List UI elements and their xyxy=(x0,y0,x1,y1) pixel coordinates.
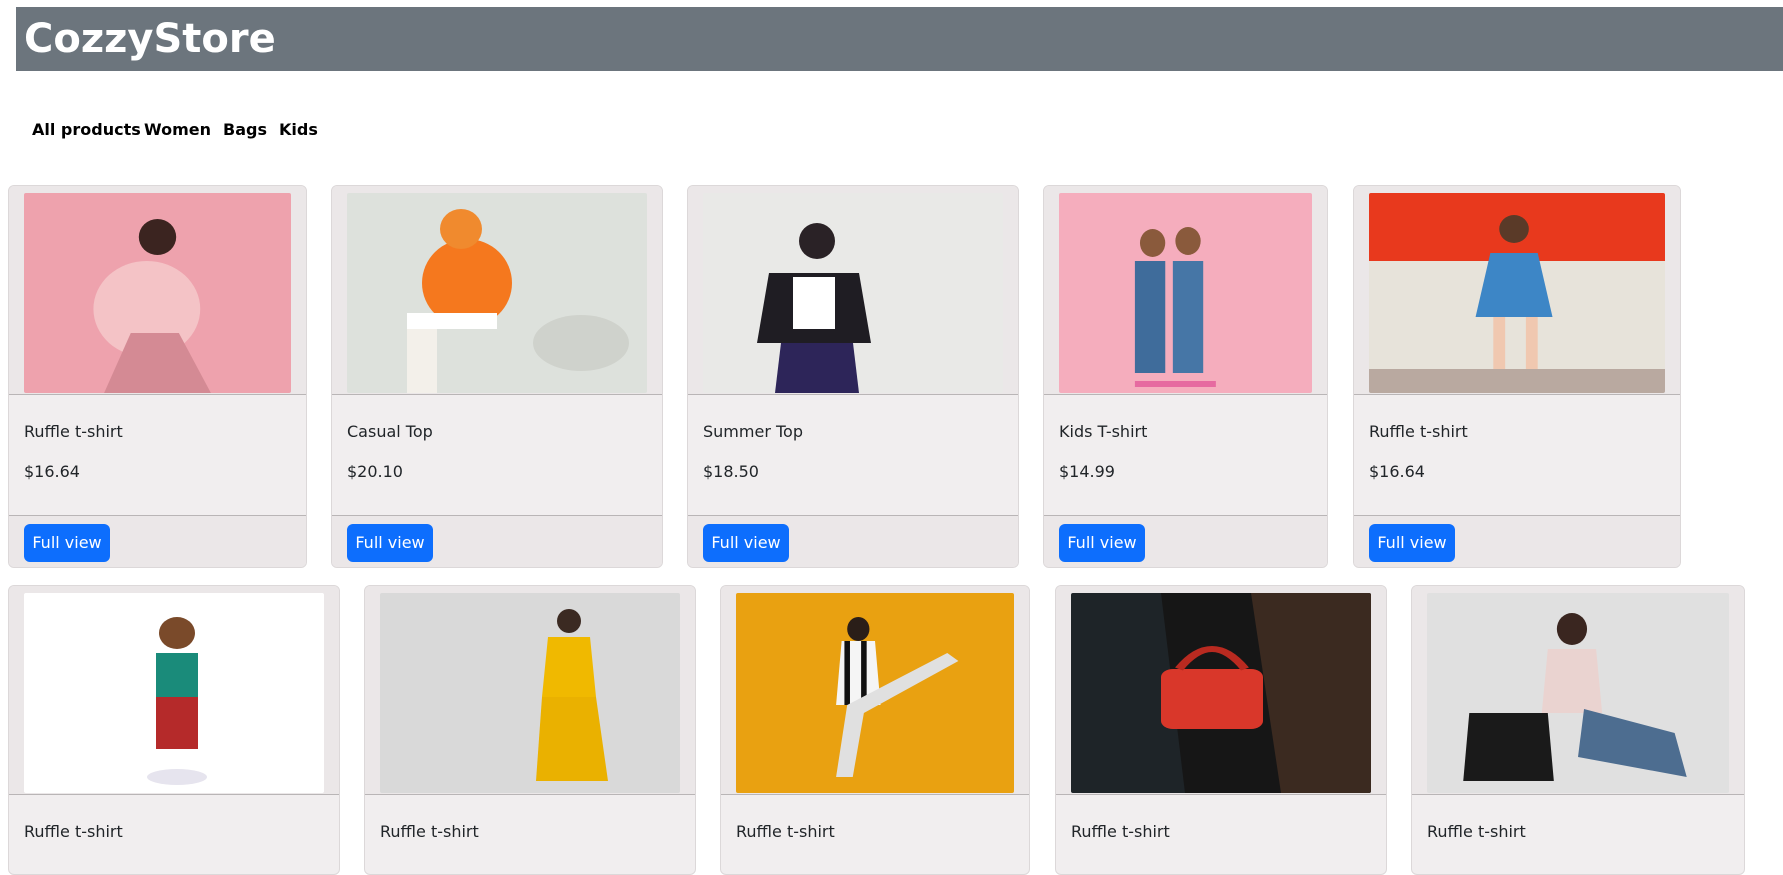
nav-all-products[interactable]: All products xyxy=(32,120,141,139)
product-image[interactable] xyxy=(24,593,324,793)
nav-women[interactable]: Women xyxy=(144,120,211,139)
product-title[interactable]: Ruffle t-shirt xyxy=(1427,822,1526,841)
product-price: $18.50 xyxy=(703,462,759,481)
full-view-button[interactable]: Full view xyxy=(1059,524,1145,562)
product-title[interactable]: Ruffle t-shirt xyxy=(1071,822,1170,841)
full-view-button[interactable]: Full view xyxy=(703,524,789,562)
product-card: Ruffle t-shirt xyxy=(1411,585,1745,875)
product-card: Ruffle t-shirt xyxy=(720,585,1030,875)
nav-kids[interactable]: Kids xyxy=(279,120,318,139)
product-price: $14.99 xyxy=(1059,462,1115,481)
nav-bags[interactable]: Bags xyxy=(223,120,267,139)
product-title[interactable]: Casual Top xyxy=(347,422,433,441)
product-image[interactable] xyxy=(736,593,1014,793)
product-title[interactable]: Ruffle t-shirt xyxy=(24,422,123,441)
product-image[interactable] xyxy=(1059,193,1312,393)
product-price: $20.10 xyxy=(347,462,403,481)
product-image[interactable] xyxy=(1071,593,1371,793)
product-image[interactable] xyxy=(24,193,291,393)
product-title[interactable]: Ruffle t-shirt xyxy=(24,822,123,841)
product-title[interactable]: Ruffle t-shirt xyxy=(1369,422,1468,441)
brand-logo[interactable]: CozzyStore xyxy=(24,16,276,62)
product-title[interactable]: Summer Top xyxy=(703,422,803,441)
full-view-button[interactable]: Full view xyxy=(1369,524,1455,562)
product-card: Ruffle t-shirt xyxy=(1055,585,1387,875)
product-price: $16.64 xyxy=(24,462,80,481)
product-title[interactable]: Kids T-shirt xyxy=(1059,422,1147,441)
product-card: Ruffle t-shirt xyxy=(364,585,696,875)
product-image[interactable] xyxy=(347,193,647,393)
product-card: Ruffle t-shirt $16.64 Full view xyxy=(1353,185,1681,568)
product-card: Ruffle t-shirt xyxy=(8,585,340,875)
header-bar: CozzyStore xyxy=(16,7,1783,71)
product-title[interactable]: Ruffle t-shirt xyxy=(736,822,835,841)
product-image[interactable] xyxy=(1427,593,1729,793)
product-image[interactable] xyxy=(380,593,680,793)
full-view-button[interactable]: Full view xyxy=(347,524,433,562)
product-card: Casual Top $20.10 Full view xyxy=(331,185,663,568)
product-image[interactable] xyxy=(1369,193,1665,393)
product-image[interactable] xyxy=(703,193,1003,393)
product-card: Ruffle t-shirt $16.64 Full view xyxy=(8,185,307,568)
product-card: Summer Top $18.50 Full view xyxy=(687,185,1019,568)
product-price: $16.64 xyxy=(1369,462,1425,481)
product-card: Kids T-shirt $14.99 Full view xyxy=(1043,185,1328,568)
full-view-button[interactable]: Full view xyxy=(24,524,110,562)
product-title[interactable]: Ruffle t-shirt xyxy=(380,822,479,841)
